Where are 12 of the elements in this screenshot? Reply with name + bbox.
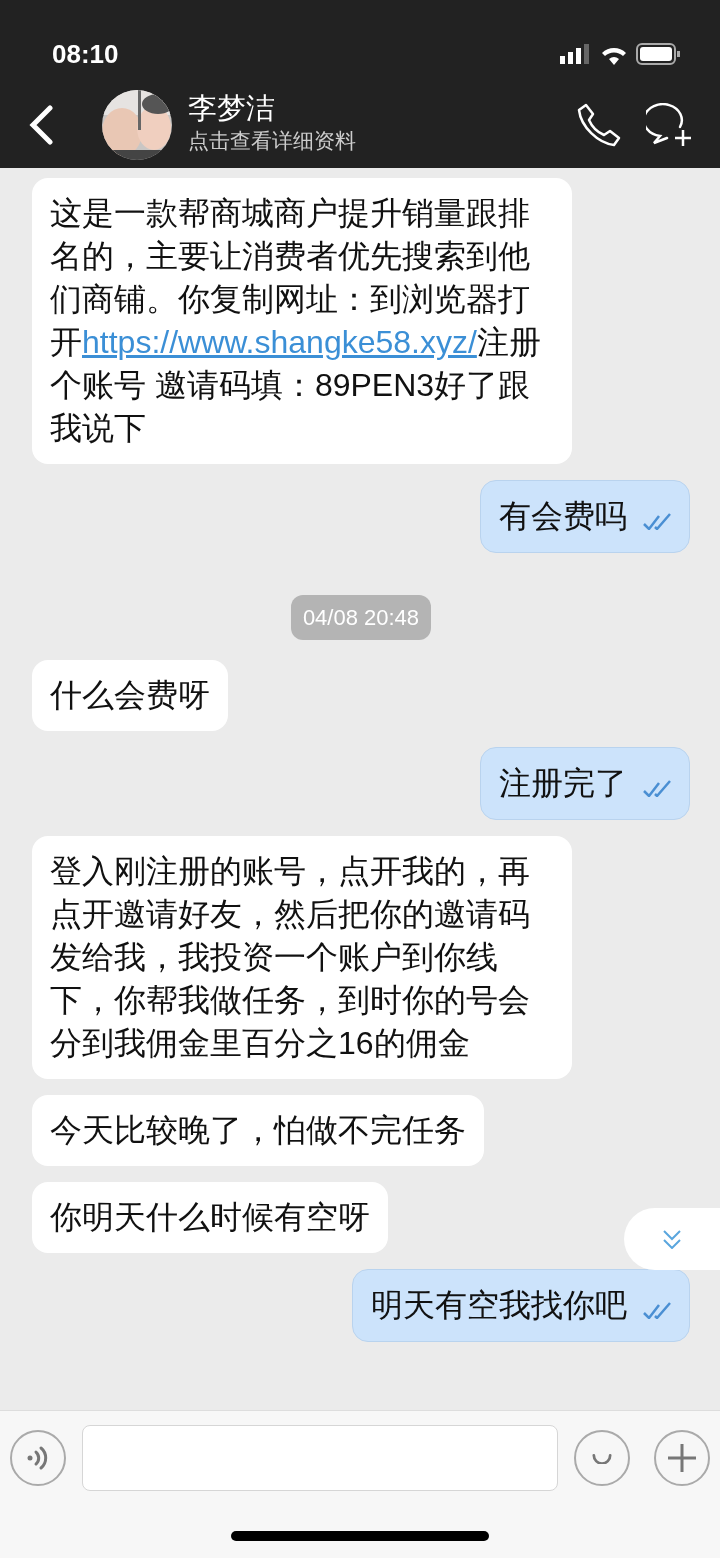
- message-text: 你明天什么时候有空呀: [50, 1198, 370, 1237]
- status-time: 08:10: [52, 37, 119, 71]
- message-text: 有会费吗: [499, 497, 627, 536]
- timestamp: 04/08 20:48: [290, 595, 432, 640]
- message-text: 登入刚注册的账号，点开我的，再点开邀请好友，然后把你的邀请码发给我，我投资一个账户到你线下，你帮我做任务，到时你的号会分到我佣金里百分之16的佣金: [50, 852, 531, 1063]
- message-text: 这是一款帮商城商户提升销量跟排名的，主要让消费者优先搜索到他们商铺。你复制网址：到浏览器打开https://www.shangke58.xyz/注册个账号 邀请码填：89PEN3好了跟我说下: [50, 194, 542, 448]
- message-text: 注册完了: [499, 764, 627, 803]
- contact-name[interactable]: 李梦洁: [188, 93, 576, 126]
- message-text: 今天比较晚了，怕做不完任务: [50, 1111, 466, 1150]
- profile-hint[interactable]: 点击查看详细资料: [188, 125, 576, 157]
- message-text: 什么会费呀: [50, 676, 210, 715]
- message-text: 明天有空我找你吧: [371, 1286, 627, 1325]
